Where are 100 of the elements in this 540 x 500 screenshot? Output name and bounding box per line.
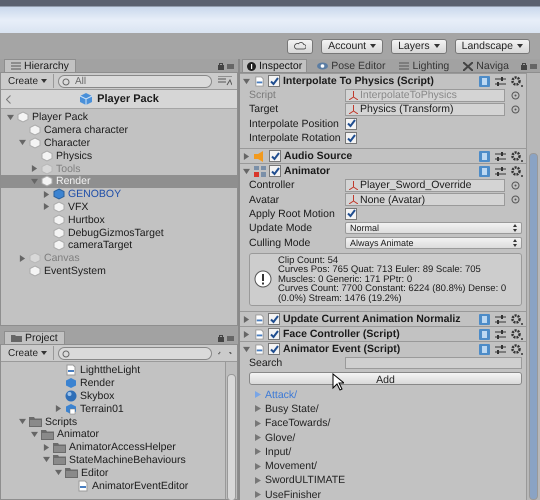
expanded-arrow-icon[interactable] <box>6 114 14 121</box>
settings-icon[interactable] <box>511 328 523 340</box>
lock-icon[interactable] <box>218 334 234 342</box>
asset-item[interactable]: LighttheLight <box>1 364 225 377</box>
lock-icon[interactable] <box>218 62 234 70</box>
sliders-icon[interactable] <box>495 328 506 340</box>
component-header[interactable]: Animator Event (Script) <box>240 341 526 356</box>
settings-icon[interactable] <box>511 166 523 177</box>
expanded-arrow-icon[interactable] <box>18 139 26 146</box>
sliders-icon[interactable] <box>495 314 506 325</box>
object-field[interactable]: Player_Sword_Override <box>345 178 505 192</box>
expanded-arrow-icon[interactable] <box>242 168 250 175</box>
scrollbar[interactable] <box>225 362 237 499</box>
tree-item[interactable]: DebugGizmosTarget <box>1 226 237 239</box>
sliders-icon[interactable] <box>495 344 506 355</box>
expanded-arrow-icon[interactable] <box>242 78 250 84</box>
settings-icon[interactable] <box>511 314 523 325</box>
settings-icon[interactable] <box>511 150 523 162</box>
object-field[interactable]: Physics (Transform) <box>345 102 505 116</box>
collapsed-arrow-icon[interactable] <box>30 165 38 172</box>
tree-item[interactable]: GENOBOY <box>1 188 237 201</box>
dropdown-button[interactable]: Account <box>321 38 384 54</box>
component-header[interactable]: Update Current Animation Normaliz <box>240 311 526 326</box>
asset-item[interactable]: StateMachineBehaviours <box>1 454 225 466</box>
tree-item[interactable]: Character <box>1 136 237 150</box>
expanded-arrow-icon[interactable] <box>42 456 50 464</box>
component-header[interactable]: Face Controller (Script) <box>240 326 526 342</box>
tree-item[interactable]: Camera character <box>1 124 237 137</box>
checkbox[interactable] <box>269 150 281 162</box>
collapsed-arrow-icon[interactable] <box>54 405 62 412</box>
collapsed-arrow-icon[interactable] <box>42 190 50 198</box>
checkbox[interactable] <box>268 75 280 87</box>
checkbox[interactable] <box>269 165 281 178</box>
component-header[interactable]: Animator <box>240 163 526 178</box>
event-item[interactable]: Busy State/ <box>255 402 522 416</box>
event-item[interactable]: Movement/ <box>255 458 522 474</box>
scrollbar[interactable] <box>526 73 540 500</box>
component-header[interactable]: Interpolate To Physics (Script) <box>240 73 526 88</box>
cloud-button[interactable] <box>287 38 314 54</box>
event-item[interactable]: SwordULTIMATE <box>255 473 522 488</box>
inspector-tab[interactable]: Inspector <box>242 59 308 72</box>
settings-icon[interactable] <box>511 344 523 355</box>
asset-item[interactable]: Skybox <box>1 390 225 402</box>
help-book-icon[interactable] <box>479 150 490 162</box>
checkbox[interactable] <box>345 132 357 144</box>
inspector-tab[interactable]: Lighting <box>395 60 454 72</box>
asset-item[interactable]: Animator <box>1 428 225 441</box>
asset-item[interactable]: Scripts <box>1 415 225 428</box>
asset-item[interactable]: AnimatorEventEditor <box>1 479 225 492</box>
expanded-arrow-icon[interactable] <box>242 346 250 353</box>
checkbox[interactable] <box>345 118 357 130</box>
collapsed-arrow-icon[interactable] <box>18 254 26 262</box>
event-item[interactable]: Input/ <box>255 444 522 459</box>
checkbox[interactable] <box>268 328 280 340</box>
collapsed-arrow-icon[interactable] <box>42 203 50 210</box>
tree-item[interactable]: Player Pack <box>1 111 237 124</box>
search-field[interactable] <box>345 357 522 370</box>
checkbox[interactable] <box>345 208 357 220</box>
collapsed-arrow-icon[interactable] <box>242 152 250 160</box>
sliders-icon[interactable] <box>495 166 506 177</box>
dropdown[interactable]: Normal <box>345 222 522 234</box>
asset-item[interactable]: AnimatorAccessHelper <box>1 440 225 454</box>
tree-item[interactable]: Physics <box>1 149 237 162</box>
tree-item[interactable]: cameraTarget <box>1 238 237 252</box>
lock-icon[interactable] <box>521 62 537 70</box>
dropdown-button[interactable]: Layers <box>391 38 447 54</box>
tree-item[interactable]: VFX <box>1 200 237 214</box>
help-book-icon[interactable] <box>479 328 490 340</box>
create-button[interactable]: Create <box>4 74 54 88</box>
event-item[interactable]: Glove/ <box>255 430 522 445</box>
collapsed-arrow-icon[interactable] <box>242 330 250 338</box>
checkbox[interactable] <box>268 343 280 356</box>
event-item[interactable]: FaceTowards/ <box>255 416 522 430</box>
tree-item[interactable]: EventSystem <box>1 264 237 278</box>
component-header[interactable]: Audio Source <box>240 148 526 164</box>
collapsed-arrow-icon[interactable] <box>42 444 50 451</box>
expanded-arrow-icon[interactable] <box>30 430 38 438</box>
tree-item[interactable]: Hurtbox <box>1 213 237 226</box>
collapsed-arrow-icon[interactable] <box>242 316 250 323</box>
asset-item[interactable]: Render <box>1 376 225 390</box>
expanded-arrow-icon[interactable] <box>18 418 26 426</box>
add-button[interactable]: Add <box>249 372 522 386</box>
asset-item[interactable]: Editor <box>1 466 225 480</box>
inspector-tab[interactable]: Pose Editor <box>313 60 390 72</box>
hierarchy-tab[interactable]: Hierarchy <box>4 59 76 72</box>
event-item[interactable]: UseFinisher <box>255 488 522 500</box>
inspector-tab[interactable]: Naviga <box>459 60 513 72</box>
dropdown-button[interactable]: Landscape <box>454 38 530 54</box>
help-book-icon[interactable] <box>479 344 490 355</box>
help-book-icon[interactable] <box>479 76 490 86</box>
create-button[interactable]: Create <box>4 346 54 360</box>
search-field[interactable] <box>58 346 212 360</box>
help-book-icon[interactable] <box>479 166 490 177</box>
expanded-arrow-icon[interactable] <box>54 469 62 476</box>
sliders-icon[interactable] <box>495 150 506 162</box>
project-tab[interactable]: Project <box>4 331 65 344</box>
filter-icon[interactable] <box>218 76 232 86</box>
settings-icon[interactable] <box>511 76 523 86</box>
asset-item[interactable]: Terrain01 <box>1 402 225 416</box>
checkbox[interactable] <box>268 313 280 326</box>
